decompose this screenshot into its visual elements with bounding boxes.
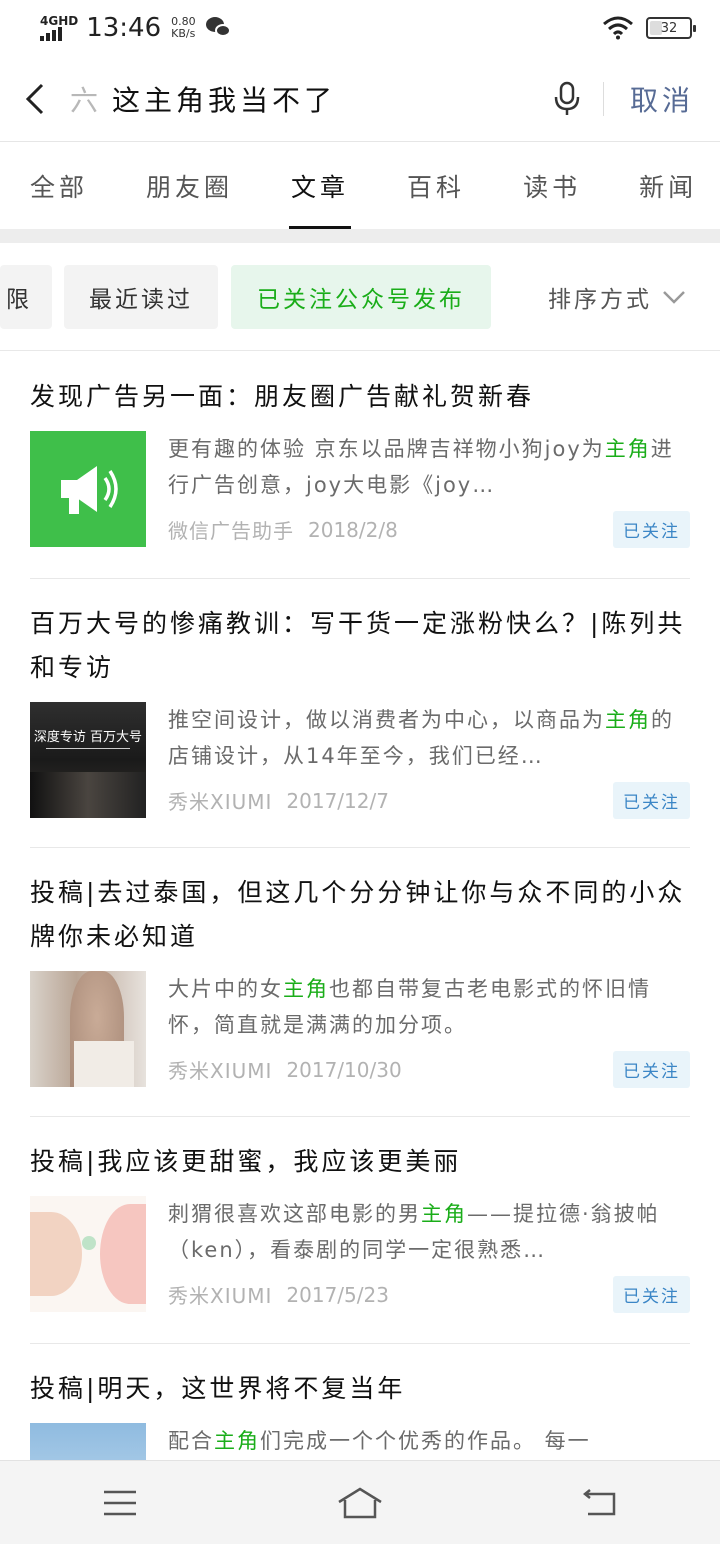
sort-label: 排序方式 [548, 287, 652, 313]
result-title[interactable]: 投稿|我应该更甜蜜，我应该更美丽 [30, 1117, 690, 1184]
clock: 13:46 [86, 13, 162, 43]
tab-encyclopedia[interactable]: 百科 [407, 143, 465, 229]
category-tabs: 全部 朋友圈 文章 百科 读书 新闻 表 [0, 143, 720, 229]
filter-bar: 限 最近读过 已关注公众号发布 排序方式 [0, 243, 720, 351]
tab-moments[interactable]: 朋友圈 [146, 143, 233, 229]
chevron-down-icon [663, 291, 685, 304]
result-title[interactable]: 投稿|明天，这世界将不复当年 [30, 1344, 690, 1411]
result-item[interactable]: 投稿|去过泰国，但这几个分分钟让你与众不同的小众牌你未必知道 大片中的女主角也都… [30, 848, 690, 1117]
battery-level: 32 [660, 20, 678, 36]
result-title[interactable]: 百万大号的惨痛教训：写干货一定涨粉快么？|陈列共和专访 [30, 579, 690, 690]
network-speed: 0.80 KB/s [171, 15, 196, 40]
result-thumbnail [30, 1196, 146, 1312]
voice-input-button[interactable] [541, 56, 593, 142]
result-date: 2018/2/8 [308, 517, 398, 542]
home-button[interactable] [320, 1461, 400, 1544]
result-snippet: 更有趣的体验 京东以品牌吉祥物小狗joy为主角进行广告创意，joy大电影《joy… [168, 437, 674, 497]
search-header: 六 这主角我当不了 取消 [0, 56, 720, 142]
result-thumbnail [30, 971, 146, 1087]
result-snippet: 推空间设计，做以消费者为中心，以商品为主角的店铺设计，从14年至今，我们已经… [168, 708, 674, 768]
followed-badge: 已关注 [613, 1276, 690, 1313]
megaphone-icon [61, 466, 118, 514]
divider [602, 81, 604, 116]
menu-button[interactable] [80, 1461, 160, 1544]
cancel-button[interactable]: 取消 [630, 79, 694, 119]
search-engine-icon: 六 [70, 83, 99, 117]
filter-chip-recent[interactable]: 最近读过 [64, 265, 218, 329]
back-button[interactable] [0, 56, 70, 142]
tab-all[interactable]: 全部 [30, 143, 88, 229]
tab-articles[interactable]: 文章 [289, 143, 352, 229]
battery-icon: 32 [646, 17, 696, 39]
followed-badge: 已关注 [613, 1051, 690, 1088]
filter-chip-time[interactable]: 限 [0, 265, 52, 329]
result-source[interactable]: 秀米XIUMI [168, 1055, 272, 1084]
result-item[interactable]: 发现广告另一面：朋友圈广告献礼贺新春 更有趣的体验 京东以品牌吉祥物小狗joy为… [30, 352, 690, 579]
result-date: 2017/12/7 [286, 788, 389, 813]
tab-news[interactable]: 新闻 [639, 143, 697, 229]
sort-dropdown[interactable]: 排序方式 [548, 265, 686, 329]
result-thumbnail [30, 431, 146, 547]
result-snippet: 大片中的女主角也都自带复古老电影式的怀旧情怀，简直就是满满的加分项。 [168, 977, 651, 1037]
return-icon [582, 1488, 616, 1515]
result-thumbnail: 深度专访 百万大号 [30, 702, 146, 818]
filter-chip-followed[interactable]: 已关注公众号发布 [231, 265, 491, 329]
search-input[interactable]: 这主角我当不了 [112, 79, 541, 119]
result-snippet: 刺猬很喜欢这部电影的男主角——提拉德·翁披帕（ken），看泰剧的同学一定很熟悉… [168, 1202, 660, 1262]
back-nav-button[interactable] [560, 1461, 640, 1544]
wechat-notification-icon [205, 17, 232, 39]
cellular-signal-icon: 4GHD [40, 15, 78, 41]
status-bar: 4GHD 13:46 0.80 KB/s 32 [0, 0, 720, 56]
microphone-icon [554, 81, 580, 115]
result-title[interactable]: 发现广告另一面：朋友圈广告献礼贺新春 [30, 352, 690, 419]
result-item[interactable]: 百万大号的惨痛教训：写干货一定涨粉快么？|陈列共和专访 深度专访 百万大号 推空… [30, 579, 690, 848]
result-source[interactable]: 秀米XIUMI [168, 786, 272, 815]
menu-icon [104, 1490, 136, 1515]
chevron-left-icon [25, 83, 44, 114]
result-source[interactable]: 秀米XIUMI [168, 1280, 272, 1309]
followed-badge: 已关注 [613, 511, 690, 548]
result-date: 2017/10/30 [286, 1057, 402, 1082]
result-title[interactable]: 投稿|去过泰国，但这几个分分钟让你与众不同的小众牌你未必知道 [30, 848, 690, 959]
wifi-icon [603, 16, 633, 40]
section-divider [0, 229, 720, 243]
result-list: 发现广告另一面：朋友圈广告献礼贺新春 更有趣的体验 京东以品牌吉祥物小狗joy为… [0, 352, 720, 1539]
system-nav-bar [0, 1460, 720, 1544]
result-item[interactable]: 投稿|我应该更甜蜜，我应该更美丽 刺猬很喜欢这部电影的男主角——提拉德·翁披帕（… [30, 1117, 690, 1344]
followed-badge: 已关注 [613, 782, 690, 819]
home-icon [338, 1487, 382, 1518]
result-date: 2017/5/23 [286, 1282, 389, 1307]
network-type: 4GHD [40, 14, 79, 28]
tab-reading[interactable]: 读书 [523, 143, 581, 229]
thumbnail-caption: 深度专访 百万大号 [33, 730, 143, 745]
result-source[interactable]: 微信广告助手 [168, 515, 294, 544]
